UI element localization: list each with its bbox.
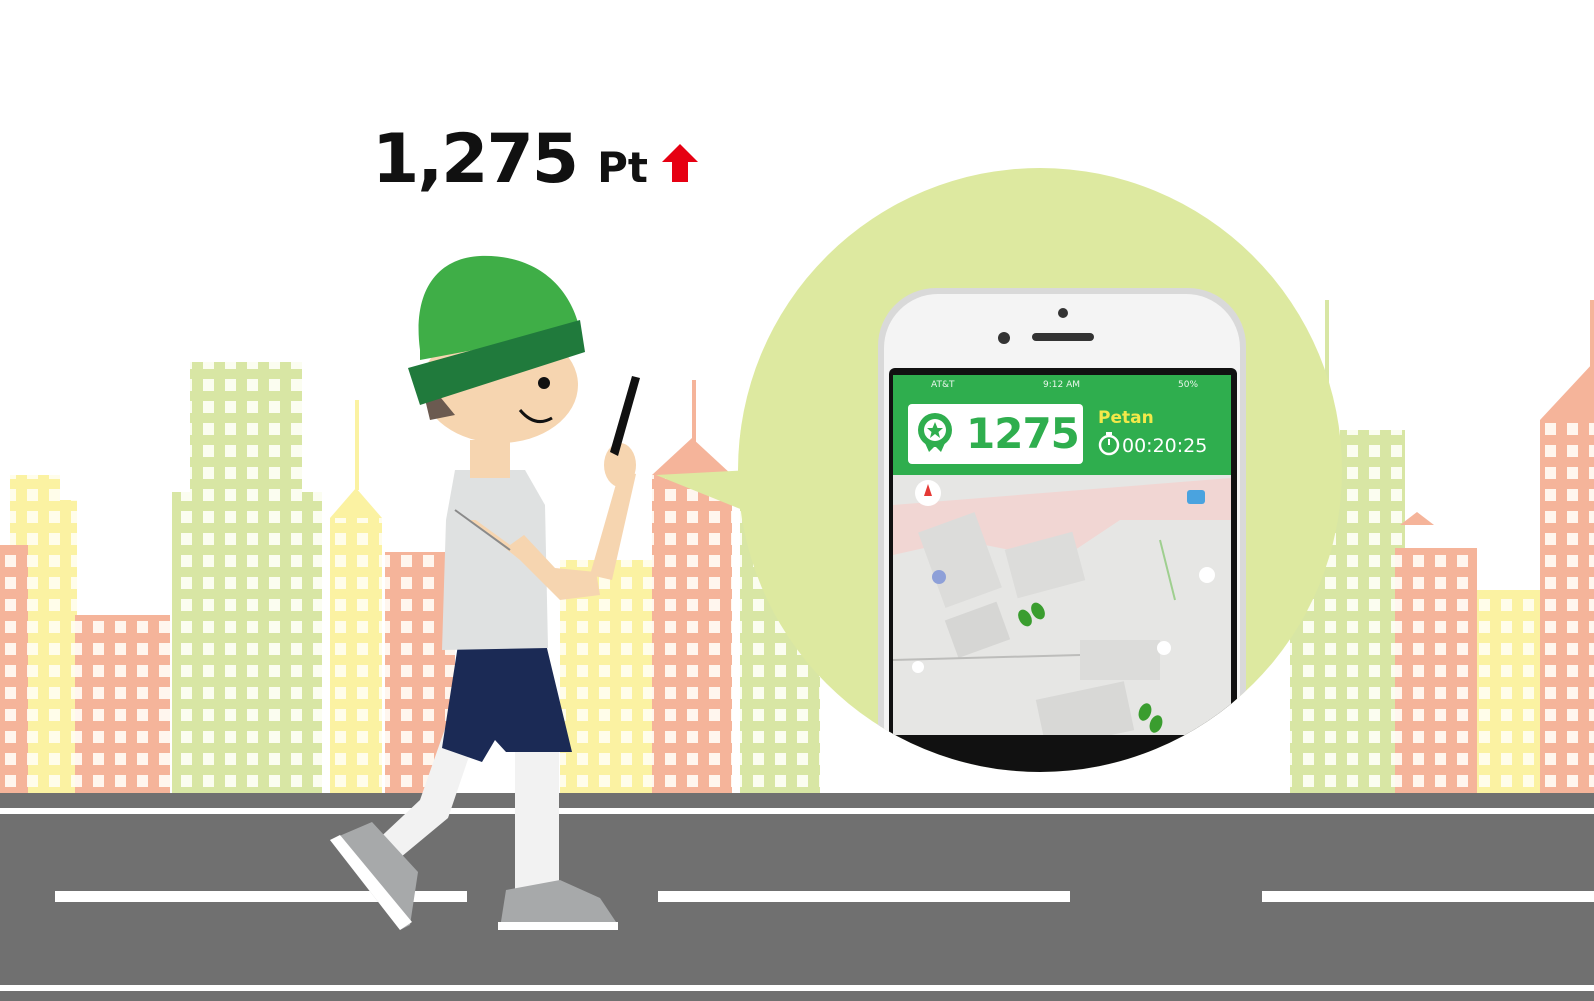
status-time: 9:12 AM [1043,380,1080,390]
points-value: 1,275 [372,120,579,199]
app-name: Petan [1098,408,1154,428]
up-arrow-icon [661,144,698,182]
scene-illustration [0,168,1594,1001]
status-battery: 50% [1178,380,1199,390]
map-pin-icon [1157,641,1171,655]
map-view[interactable] [893,475,1231,757]
compass-icon[interactable] [915,480,941,506]
phone-speaker [1032,333,1094,341]
phone-camera [1058,308,1068,318]
map-pin-icon [1199,567,1215,583]
map-pin-icon [912,661,924,673]
points-display: 1,275 Pt [372,120,698,199]
points-unit: Pt [597,143,648,192]
status-bar: AT&T 9:12 AM 50% [903,380,1225,394]
score-value: 1275 [966,409,1080,458]
timer-value: 00:20:25 [1122,435,1208,457]
transit-icon [1187,490,1205,504]
phone-front-sensor [998,332,1010,344]
status-carrier: AT&T [931,380,955,390]
map-pin-icon [932,570,946,584]
road [0,793,1594,1001]
